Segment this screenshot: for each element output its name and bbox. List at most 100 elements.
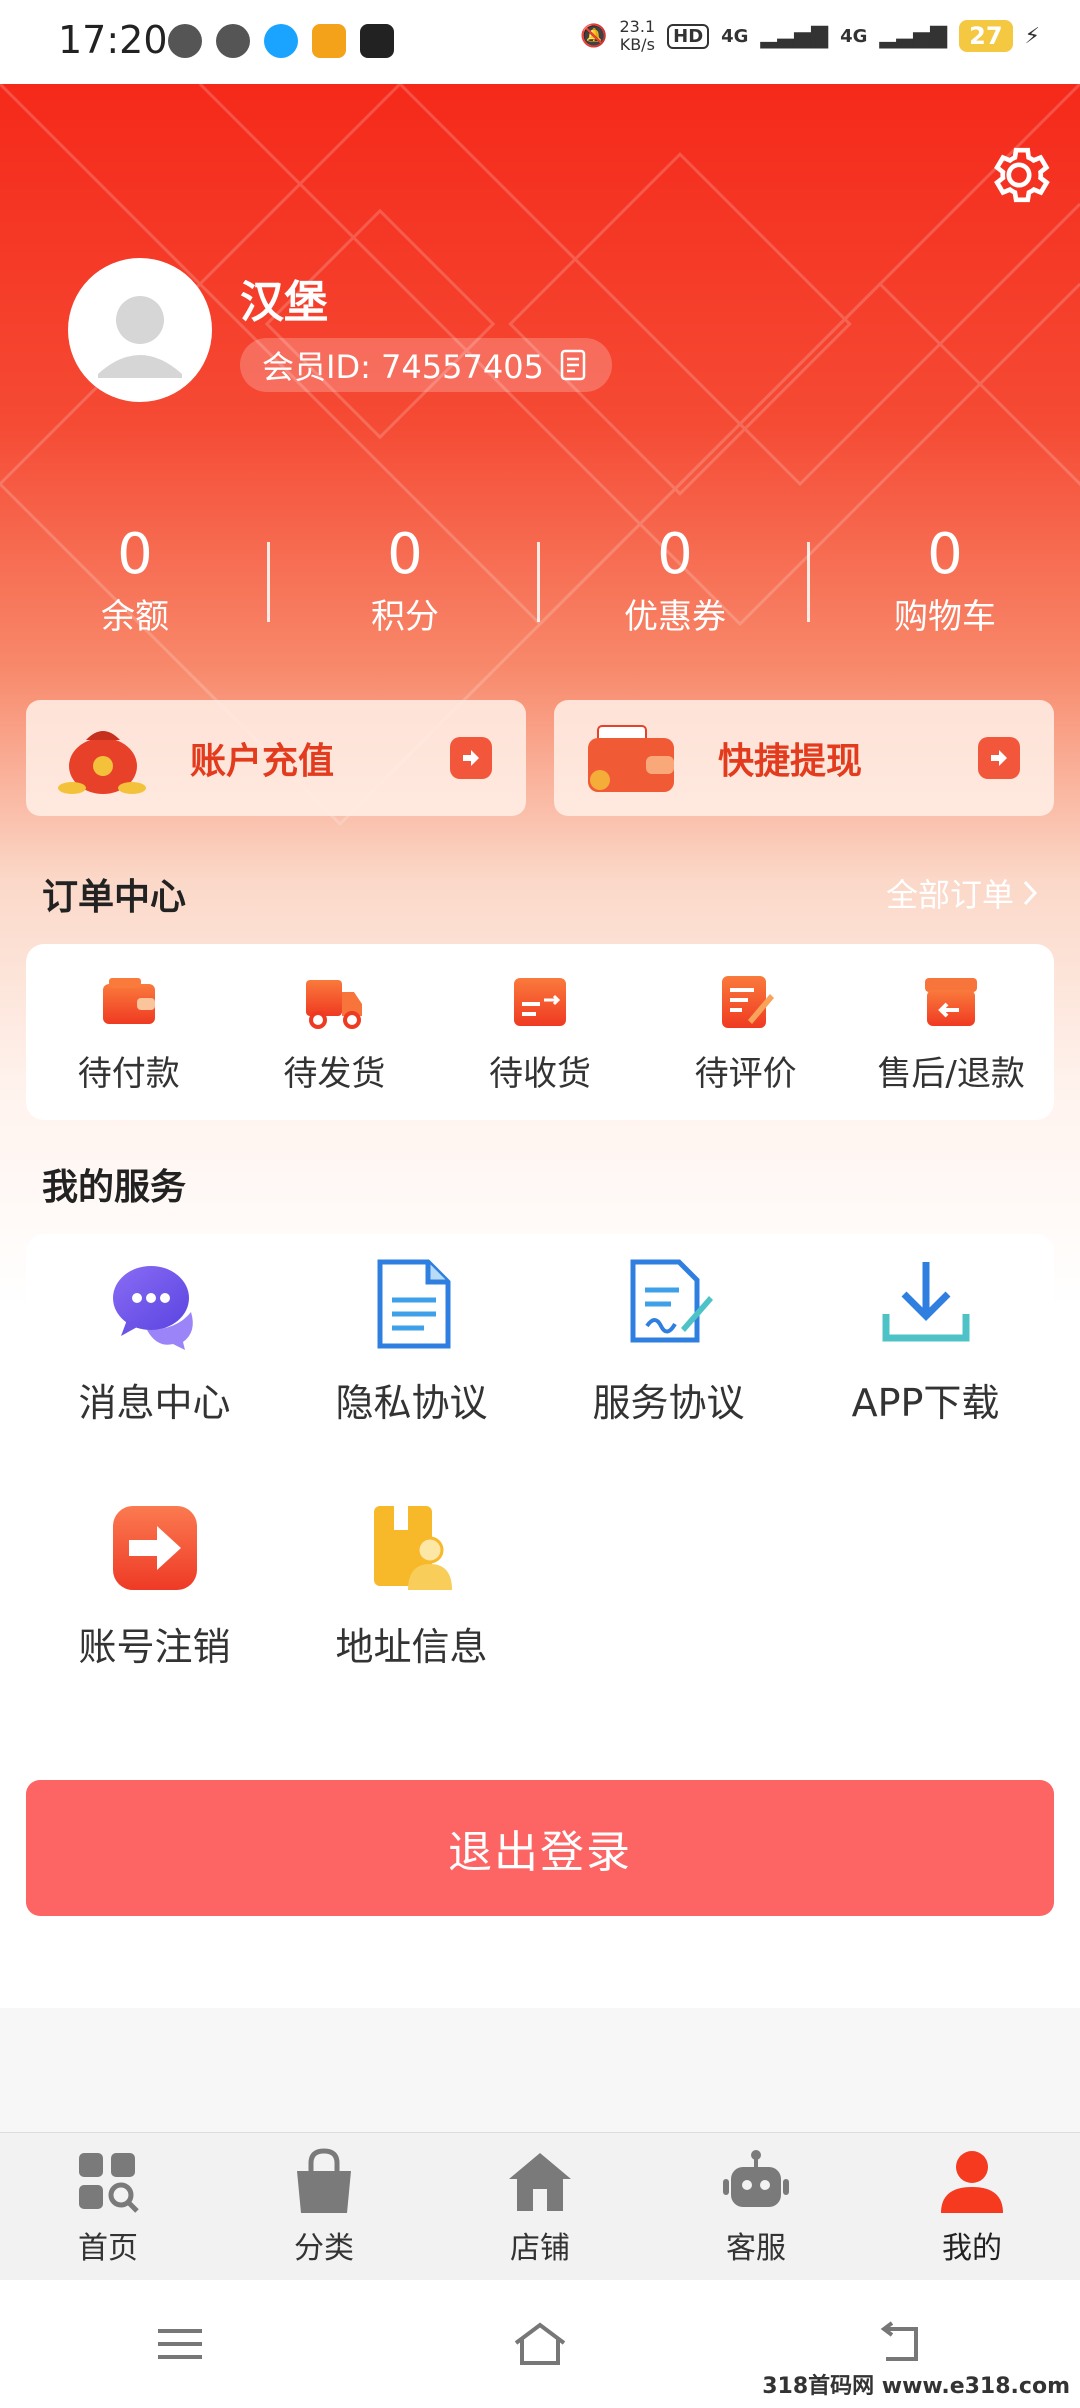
signal-bars-2-icon: ▂▃▅▇ <box>879 23 948 49</box>
signal-2: 4G <box>840 25 868 47</box>
tab-label: 分类 <box>294 2231 354 2266</box>
orders-title: 订单中心 <box>42 877 187 918</box>
service-message-center[interactable]: 消息中心 <box>26 1256 283 1427</box>
services-card: 消息中心 隐私协议 服务协议 APP下载 账号注销 地址信息 <box>26 1234 1054 1674</box>
battery-indicator: 27 <box>959 20 1013 52</box>
order-pending-payment[interactable]: 待付款 <box>26 944 232 1120</box>
tab-mine[interactable]: 我的 <box>864 2133 1080 2281</box>
robot-icon <box>723 2150 789 2207</box>
service-app-download[interactable]: APP下载 <box>797 1256 1054 1427</box>
stat-value: 0 <box>927 522 963 587</box>
home-icon[interactable] <box>510 2319 570 2369</box>
service-delete-account[interactable]: 账号注销 <box>26 1500 283 1671</box>
all-orders-link[interactable]: 全部订单 <box>886 870 1040 916</box>
order-pending-receipt[interactable]: 待收货 <box>437 944 643 1120</box>
review-icon <box>721 975 774 1028</box>
member-id-pill[interactable]: 会员ID: 74557405 <box>240 338 612 392</box>
order-label: 待收货 <box>488 1053 591 1094</box>
watermark: 318首码网 www.e318.com <box>762 2374 1070 2399</box>
signal-bars-1-icon: ▂▃▅▇ <box>760 23 829 49</box>
account-stats: 0 余额 0 积分 0 优惠券 0 购物车 <box>0 520 1080 640</box>
order-label: 待发货 <box>283 1053 386 1094</box>
back-icon[interactable] <box>870 2319 930 2369</box>
stat-value: 0 <box>657 522 693 587</box>
stat-label: 积分 <box>371 597 439 637</box>
service-label: 服务协议 <box>592 1381 745 1425</box>
stat-points[interactable]: 0 积分 <box>270 520 540 640</box>
settings-gear-icon[interactable] <box>984 140 1054 210</box>
withdraw-label: 快捷提现 <box>718 741 863 782</box>
stat-coupons[interactable]: 0 优惠券 <box>540 520 810 640</box>
tab-home[interactable]: 首页 <box>0 2133 216 2281</box>
order-label: 售后/退款 <box>877 1053 1025 1094</box>
hd-icon: HD <box>667 23 710 49</box>
refund-icon <box>925 977 978 1026</box>
screen-record-icon <box>360 24 394 58</box>
tab-label: 客服 <box>726 2231 786 2266</box>
default-user-icon <box>98 296 182 378</box>
arrow-right-icon <box>978 737 1020 779</box>
net-speed: 23.1 KB/s <box>620 18 656 54</box>
tab-category[interactable]: 分类 <box>216 2133 432 2281</box>
order-after-sales[interactable]: 售后/退款 <box>848 944 1054 1120</box>
stat-value: 0 <box>117 522 153 587</box>
wallet-icon <box>588 725 674 792</box>
user-icon <box>941 2151 1003 2213</box>
tab-label: 首页 <box>78 2231 138 2266</box>
signed-document-icon <box>630 1259 713 1343</box>
arrow-right-icon <box>450 737 492 779</box>
status-right: 🔕 23.1 KB/s HD 4G ▂▃▅▇ 4G ▂▃▅▇ 27 ⚡ <box>580 18 1040 54</box>
all-orders-label: 全部订单 <box>885 876 1014 914</box>
address-book-icon <box>373 1506 452 1590</box>
order-pending-shipment[interactable]: 待发货 <box>232 944 438 1120</box>
tab-store[interactable]: 店铺 <box>432 2133 648 2281</box>
notification-icons <box>168 24 394 58</box>
service-label: APP下载 <box>851 1381 1000 1425</box>
stat-value: 0 <box>387 522 423 587</box>
recharge-label: 账户充值 <box>190 741 335 782</box>
tab-customer-service[interactable]: 客服 <box>648 2133 864 2281</box>
avatar[interactable] <box>68 258 212 402</box>
document-icon <box>377 1259 450 1349</box>
signal-1: 4G <box>721 25 749 47</box>
order-center-card: 待付款 待发货 待收货 待评价 售后/退款 <box>26 944 1054 1120</box>
stat-cart[interactable]: 0 购物车 <box>810 520 1080 640</box>
money-bag-icon <box>58 731 146 794</box>
service-label: 消息中心 <box>78 1381 231 1425</box>
bottom-tab-bar: 首页 分类 店铺 客服 我的 <box>0 2132 1080 2281</box>
app-notification-icon <box>168 24 202 58</box>
package-icon <box>513 977 566 1026</box>
home-grid-icon <box>79 2153 139 2213</box>
logout-button[interactable]: 退出登录 <box>26 1780 1054 1916</box>
order-label: 待付款 <box>77 1053 180 1094</box>
truck-icon <box>306 979 363 1029</box>
store-icon <box>509 2153 571 2211</box>
stat-balance[interactable]: 0 余额 <box>0 520 270 640</box>
net-speed-value: 23.1 <box>619 17 656 36</box>
charging-icon: ⚡ <box>1024 23 1040 49</box>
qq-notification-icon <box>264 24 298 58</box>
tab-label: 我的 <box>942 2231 1002 2266</box>
menu-icon[interactable] <box>150 2319 210 2369</box>
recharge-card[interactable]: 账户充值 <box>26 700 526 816</box>
member-id: 会员ID: 74557405 <box>262 348 544 386</box>
service-terms[interactable]: 服务协议 <box>540 1256 797 1427</box>
chat-notification-icon <box>216 24 250 58</box>
stat-label: 优惠券 <box>624 597 726 637</box>
service-privacy-policy[interactable]: 隐私协议 <box>283 1256 540 1427</box>
service-label: 账号注销 <box>78 1625 231 1669</box>
order-pending-review[interactable]: 待评价 <box>643 944 849 1120</box>
services-title: 我的服务 <box>42 1167 187 1208</box>
shopping-bag-icon <box>297 2148 351 2213</box>
copy-icon[interactable] <box>558 347 590 383</box>
download-icon <box>882 1262 969 1342</box>
withdraw-card[interactable]: 快捷提现 <box>554 700 1054 816</box>
wallet-icon <box>102 977 155 1024</box>
chat-bubble-icon <box>112 1266 193 1350</box>
service-label: 地址信息 <box>335 1625 488 1669</box>
service-address-info[interactable]: 地址信息 <box>283 1500 540 1671</box>
stat-label: 余额 <box>101 597 169 637</box>
tab-label: 店铺 <box>510 2231 570 2266</box>
video-notification-icon <box>312 24 346 58</box>
status-time: 17:20 <box>58 18 168 62</box>
